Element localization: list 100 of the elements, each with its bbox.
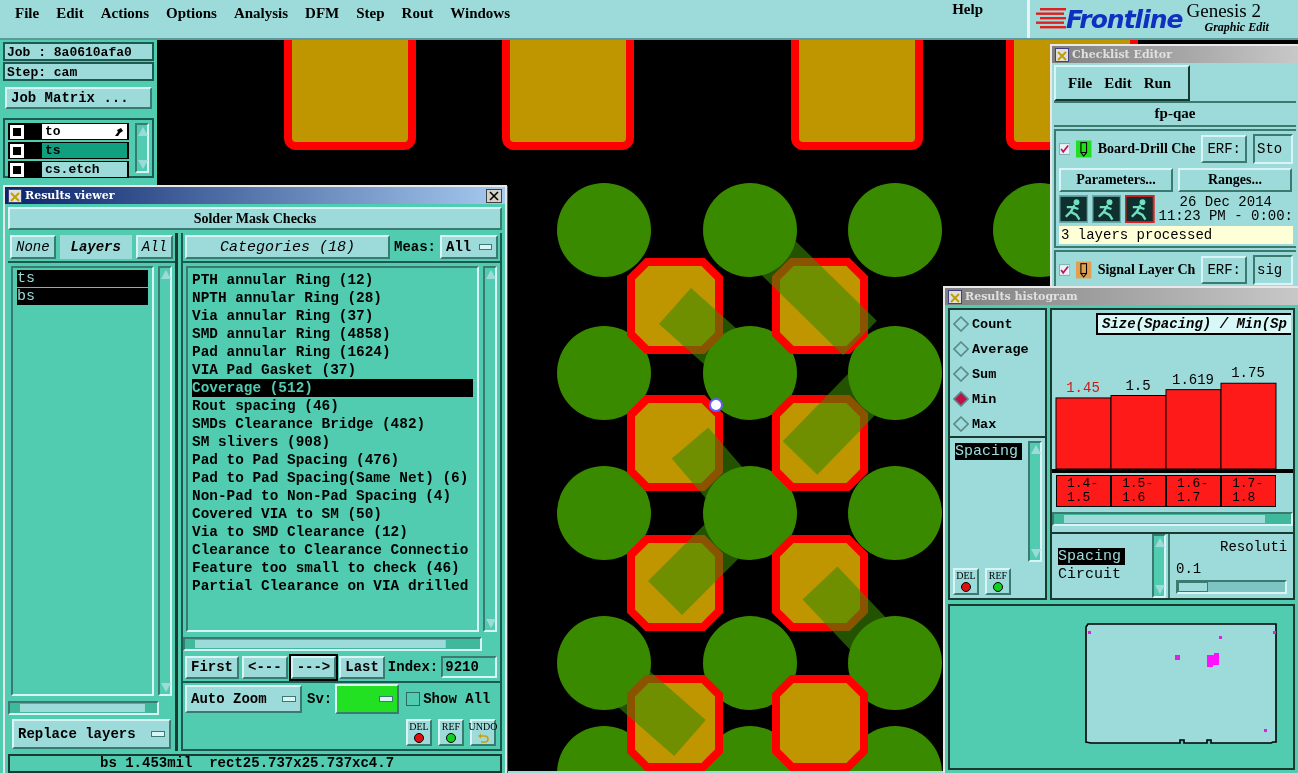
slider-thumb[interactable] [1178,582,1208,592]
radio-button[interactable] [953,391,969,407]
menu-item[interactable]: Edit [1104,74,1132,92]
category-item[interactable]: Non-Pad to Non-Pad Spacing (4) [192,487,473,505]
category-item[interactable]: Via to SMD Clearance (12) [192,523,473,541]
navigation-button[interactable]: <--- [242,655,288,679]
navigation-button[interactable]: Last [339,655,385,679]
layer-item[interactable]: to [42,124,127,139]
menu-item[interactable]: Analysis [233,4,289,22]
category-item[interactable]: SMD annular Ring (4858) [192,325,473,343]
layer-checkbox[interactable] [10,162,24,177]
menu-item[interactable]: Run [1143,74,1172,92]
menu-item[interactable]: DFM [305,4,340,22]
check-option-button[interactable]: Parameters... [1059,168,1173,192]
checklist-name-button[interactable]: Solder Mask Checks [8,207,502,230]
categories-button[interactable]: Categories (18) [185,235,390,259]
vertical-scrollbar[interactable] [1152,534,1166,598]
category-item[interactable]: Pad annular Ring (1624) [192,343,473,361]
menu-item[interactable]: File [15,4,40,22]
run-figure-icon[interactable] [1125,195,1155,223]
radio-label: Min [972,391,997,407]
category-item[interactable]: PTH annular Ring (12) [192,271,473,289]
layer-item[interactable]: cs.etch [42,162,127,177]
navigation-button[interactable]: ---> [290,655,337,679]
vertical-scrollbar[interactable] [483,266,497,632]
horizontal-scrollbar[interactable] [1052,512,1294,526]
erf-button[interactable]: ERF: [1201,256,1247,284]
category-item[interactable]: SM slivers (908) [192,433,473,451]
radio-label: Max [972,416,997,432]
run-figure-icon[interactable] [1092,195,1122,223]
category-item[interactable]: Via annular Ring (37) [192,307,473,325]
check-checkbox[interactable] [1059,262,1071,278]
menu-item[interactable]: File [1068,74,1093,92]
layer-checkbox[interactable] [10,124,24,139]
checklist-name: fp-qae [1054,105,1296,127]
menu-item[interactable]: Actions [100,4,149,22]
run-date: 26 Dec 2014 [1179,195,1272,209]
vertical-scrollbar[interactable] [158,266,172,696]
vertical-scrollbar[interactable] [135,123,149,173]
measure-item[interactable]: Spacing [955,443,1022,460]
layer-list-item[interactable]: bs [17,288,148,305]
index-field[interactable]: 9210 [441,656,498,678]
window-icon [8,188,22,203]
navigation-button[interactable]: First [185,655,239,679]
category-item[interactable]: Pad to Pad Spacing(Same Net) (6) [192,469,473,487]
tool-button[interactable]: DEL [406,718,432,746]
layer-select-button[interactable]: All [135,235,173,259]
tool-button[interactable]: UNDO [470,718,496,746]
radio-button[interactable] [953,416,969,432]
radio-button[interactable] [953,366,969,382]
category-item[interactable]: Rout spacing (46) [192,397,473,415]
category-item[interactable]: Pad to Pad Spacing (476) [192,451,473,469]
horizontal-scrollbar[interactable] [8,701,159,715]
histogram-bar[interactable] [1110,395,1167,469]
radio-button[interactable] [953,316,969,332]
category-item[interactable]: SMDs Clearance Bridge (482) [192,415,473,433]
category-item[interactable]: NPTH annular Ring (28) [192,289,473,307]
histogram-bar[interactable] [1055,397,1112,469]
menu-item[interactable]: Step [356,4,385,22]
menu-item[interactable]: Rout [401,4,434,22]
layer-select-button[interactable]: None [10,235,56,259]
vertical-scrollbar[interactable] [1028,441,1042,562]
menu-item[interactable]: Edit [56,4,84,22]
histogram-bar[interactable] [1220,382,1277,469]
run-figure-icon[interactable] [1059,195,1089,223]
check-checkbox[interactable] [1059,141,1071,157]
resolution-slider[interactable] [1176,580,1288,594]
show-all-checkbox[interactable] [406,692,421,706]
zoom-dropdown[interactable]: Auto Zoom [185,685,302,713]
menu-item[interactable]: Options [166,4,217,22]
help-menu[interactable]: Help [952,0,983,18]
radio-button[interactable] [953,341,969,357]
step-label: Step: cam [3,62,154,81]
category-item[interactable]: Feature too small to check (46) [192,559,473,577]
category-item[interactable]: Covered VIA to SM (50) [192,505,473,523]
horizontal-scrollbar[interactable] [183,637,482,651]
category-item[interactable]: VIA Pad Gasket (37) [192,361,473,379]
close-button[interactable] [486,188,502,203]
tool-button[interactable]: REF [985,568,1011,595]
replace-layers-dropdown[interactable]: Replace layers [12,719,171,749]
category-item[interactable]: Partial Clearance on VIA drilled [192,577,473,595]
tool-button[interactable]: REF [438,718,464,746]
erf-field[interactable]: sig [1253,255,1293,285]
layer-checkbox[interactable] [10,143,24,158]
check-option-button[interactable]: Ranges... [1178,168,1292,192]
attribute-item[interactable]: Spacing [1058,548,1126,565]
menu-item[interactable]: Windows [450,4,510,22]
category-item[interactable]: Clearance to Clearance Connectio [192,541,473,559]
erf-button[interactable]: ERF: [1201,135,1247,163]
tool-button[interactable]: DEL [953,568,979,595]
app-title: Genesis 2 [1186,1,1262,20]
layer-list-item[interactable]: ts [17,270,148,287]
histogram-bar[interactable] [1165,389,1222,469]
attribute-item[interactable]: Circuit [1058,566,1126,583]
job-matrix-button[interactable]: Job Matrix ... [5,87,152,109]
erf-field[interactable]: Sto [1253,134,1293,164]
meas-dropdown[interactable]: All [440,235,498,259]
category-item[interactable]: Coverage (512) [192,379,473,397]
severity-dropdown[interactable] [335,684,400,714]
layer-item[interactable]: ts [42,143,127,158]
